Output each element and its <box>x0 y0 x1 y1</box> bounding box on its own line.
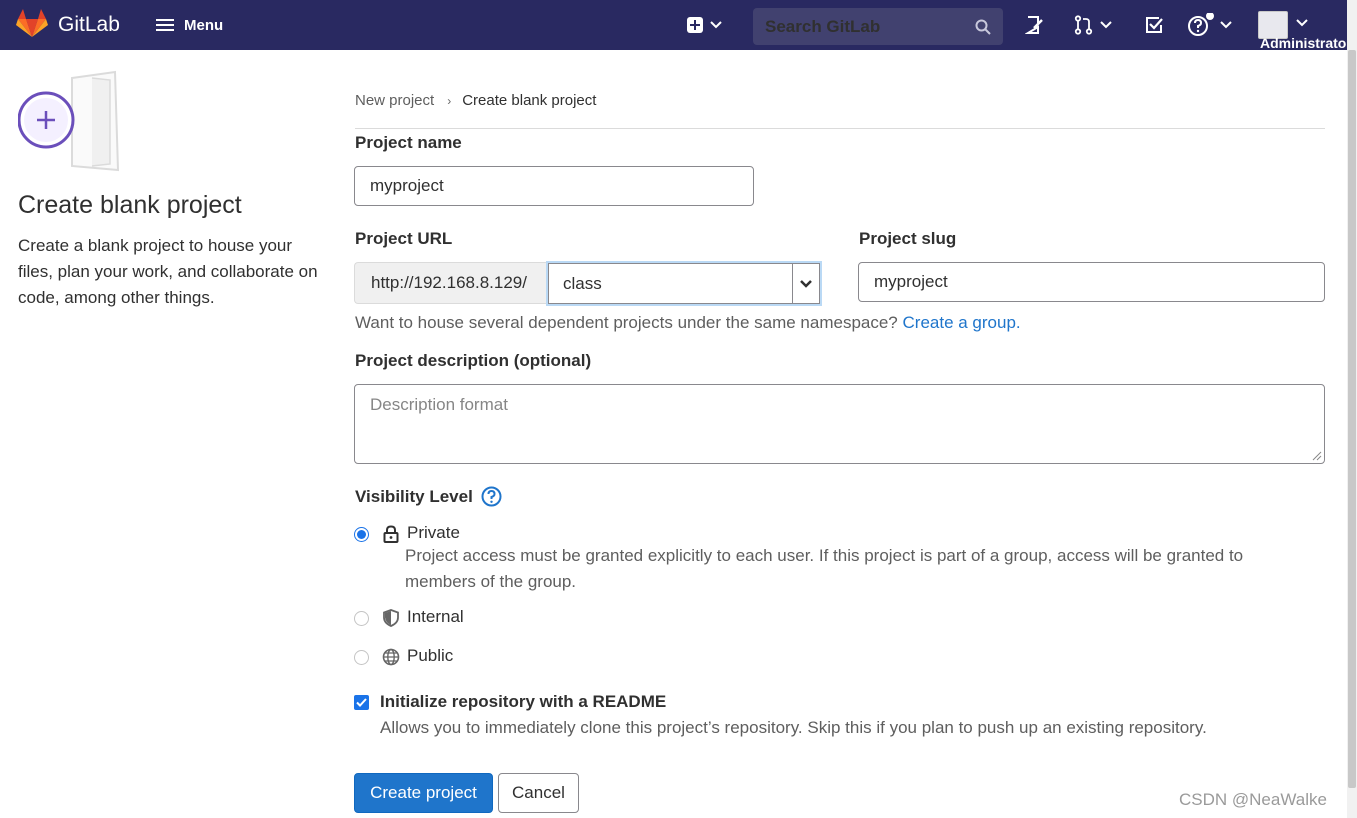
readme-help-text: Allows you to immediately clone this pro… <box>380 718 1207 737</box>
breadcrumb-new-project[interactable]: New project <box>355 92 434 109</box>
readme-checkbox[interactable] <box>354 695 369 710</box>
shield-icon <box>381 609 401 627</box>
group-help-text-content: Want to house several dependent projects… <box>355 313 898 332</box>
watermark-text: CSDN @NeaWalke <box>1179 790 1327 809</box>
search-icon <box>975 19 991 35</box>
sidebar-description: Create a blank project to house your fil… <box>18 236 318 307</box>
brand-name: GitLab <box>58 13 120 36</box>
project-url-label: Project URL <box>355 229 453 248</box>
visibility-option-private[interactable]: Private <box>354 523 460 543</box>
chevron-right-icon: › <box>447 93 452 108</box>
help-circle-icon[interactable] <box>481 486 502 507</box>
project-slug-value: myproject <box>874 272 948 291</box>
blank-project-illustration <box>18 70 120 172</box>
gitlab-home-link[interactable]: GitLab <box>16 8 120 43</box>
search-placeholder: Search GitLab <box>765 16 881 36</box>
private-label: Private <box>407 523 460 542</box>
project-name-input[interactable]: myproject <box>354 166 754 206</box>
issues-icon <box>1025 16 1043 34</box>
plus-square-icon <box>687 17 703 33</box>
private-help-text: Project access must be granted explicitl… <box>405 546 1244 591</box>
private-radio[interactable] <box>354 527 369 542</box>
page-scrollbar[interactable] <box>1347 0 1357 818</box>
user-menu[interactable]: Administrator <box>1258 9 1349 51</box>
namespace-select[interactable]: class <box>546 261 822 306</box>
visibility-label: Visibility Level <box>355 486 473 506</box>
top-navbar: GitLab Menu Search GitLab Administrator <box>0 0 1349 51</box>
cancel-button[interactable]: Cancel <box>498 773 579 813</box>
group-help-text: Want to house several dependent projects… <box>355 313 1021 333</box>
question-icon <box>1188 13 1214 36</box>
visibility-level-title: Visibility Level <box>355 486 502 507</box>
project-slug-input[interactable]: myproject <box>858 262 1325 302</box>
header-divider <box>355 128 1325 129</box>
description-textarea[interactable]: Description format <box>354 384 1325 464</box>
globe-icon <box>381 648 401 666</box>
project-name-label: Project name <box>355 133 462 152</box>
breadcrumb: New project › Create blank project <box>355 92 596 109</box>
visibility-option-internal[interactable]: Internal <box>354 607 464 627</box>
todo-check-icon <box>1146 17 1163 33</box>
issues-button[interactable] <box>1025 13 1045 37</box>
description-placeholder: Description format <box>370 395 508 414</box>
breadcrumb-current: Create blank project <box>462 92 597 109</box>
chevron-down-icon <box>1100 21 1112 29</box>
description-label: Project description (optional) <box>355 351 592 370</box>
internal-radio[interactable] <box>354 611 369 626</box>
merge-requests-button[interactable] <box>1074 13 1112 37</box>
create-project-button[interactable]: Create project <box>354 773 493 813</box>
chevron-down-icon <box>710 21 722 29</box>
menu-button[interactable]: Menu <box>156 13 223 37</box>
check-icon <box>356 698 367 707</box>
project-name-value: myproject <box>370 176 444 195</box>
help-button[interactable] <box>1188 13 1232 37</box>
chevron-down-icon <box>1220 21 1232 29</box>
readme-label[interactable]: Initialize repository with a README <box>380 692 666 712</box>
menu-label: Menu <box>184 16 224 34</box>
project-url-prefix: http://192.168.8.129/ <box>354 262 546 304</box>
visibility-option-public[interactable]: Public <box>354 646 453 666</box>
public-label: Public <box>407 646 454 665</box>
user-name: Administrator <box>1260 35 1349 51</box>
search-input[interactable]: Search GitLab <box>753 8 1003 45</box>
gitlab-logo-icon <box>16 8 48 43</box>
chevron-down-icon <box>792 263 820 304</box>
public-radio[interactable] <box>354 650 369 665</box>
lock-icon <box>381 525 401 543</box>
new-dropdown-button[interactable] <box>686 13 722 37</box>
create-group-link[interactable]: Create a group. <box>903 313 1021 332</box>
hamburger-icon <box>156 16 174 34</box>
internal-label: Internal <box>407 607 464 626</box>
resize-grip-icon[interactable] <box>1312 451 1322 461</box>
todos-button[interactable] <box>1144 13 1164 37</box>
merge-request-icon <box>1074 15 1093 35</box>
sidebar-title: Create blank project <box>18 191 242 219</box>
chevron-down-icon <box>1296 19 1308 27</box>
namespace-value: class <box>548 263 792 304</box>
project-slug-label: Project slug <box>859 229 957 248</box>
